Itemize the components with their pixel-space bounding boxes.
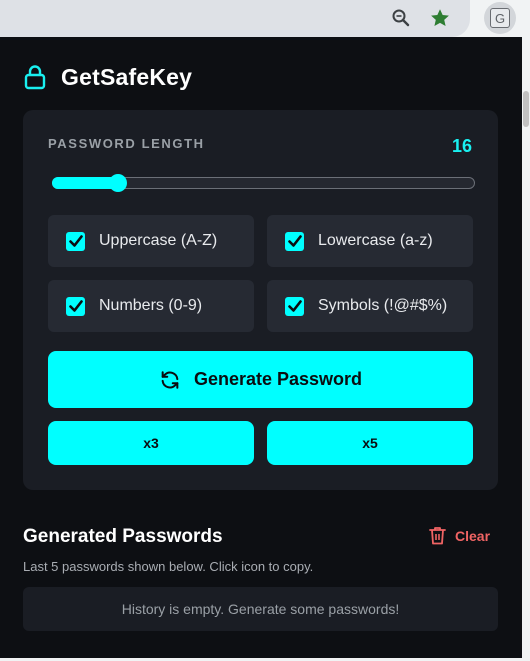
star-icon[interactable] <box>427 5 453 31</box>
length-value: 16 <box>451 136 472 156</box>
checkbox-checked-icon[interactable] <box>66 231 85 251</box>
scrollbar-thumb[interactable] <box>523 91 529 127</box>
generator-card: PASSWORD LENGTH 16 Uppercase (A-Z) Lower… <box>23 110 498 490</box>
clear-history-button[interactable]: Clear <box>429 526 490 545</box>
generate-password-button[interactable]: Generate Password <box>48 351 473 408</box>
checkbox-checked-icon[interactable] <box>285 231 304 251</box>
generate-x5-button[interactable]: x5 <box>267 421 473 465</box>
extension-icon[interactable]: G <box>484 2 516 34</box>
option-symbols[interactable]: Symbols (!@#$%) <box>267 280 473 332</box>
option-lowercase[interactable]: Lowercase (a-z) <box>267 215 473 267</box>
option-label: Symbols (!@#$%) <box>318 297 448 314</box>
option-label: Lowercase (a-z) <box>318 232 433 249</box>
browser-toolbar: G <box>0 0 530 37</box>
trash-icon <box>429 527 446 545</box>
clear-label: Clear <box>455 527 491 544</box>
option-uppercase[interactable]: Uppercase (A-Z) <box>48 215 254 267</box>
history-subtitle: Last 5 passwords shown below. Click icon… <box>23 559 314 574</box>
generate-x3-button[interactable]: x3 <box>48 421 254 465</box>
slider-thumb[interactable] <box>109 174 127 192</box>
scrollbar[interactable] <box>522 37 530 661</box>
app-title: GetSafeKey <box>61 63 193 90</box>
history-empty-message: History is empty. Generate some password… <box>23 587 498 631</box>
length-label: PASSWORD LENGTH <box>48 136 205 151</box>
lock-icon <box>24 65 46 90</box>
extension-letter: G <box>490 8 510 28</box>
refresh-icon <box>161 370 179 389</box>
option-label: Numbers (0-9) <box>99 297 203 314</box>
option-numbers[interactable]: Numbers (0-9) <box>48 280 254 332</box>
checkbox-checked-icon[interactable] <box>66 296 85 316</box>
option-label: Uppercase (A-Z) <box>99 232 218 249</box>
checkbox-checked-icon[interactable] <box>285 296 304 316</box>
length-slider[interactable] <box>52 174 475 192</box>
history-title: Generated Passwords <box>23 526 223 547</box>
app-header: GetSafeKey <box>23 62 192 92</box>
extension-popup: GetSafeKey PASSWORD LENGTH 16 Uppercase … <box>0 37 522 658</box>
generate-label: Generate Password <box>193 369 363 389</box>
zoom-icon[interactable] <box>388 5 414 31</box>
